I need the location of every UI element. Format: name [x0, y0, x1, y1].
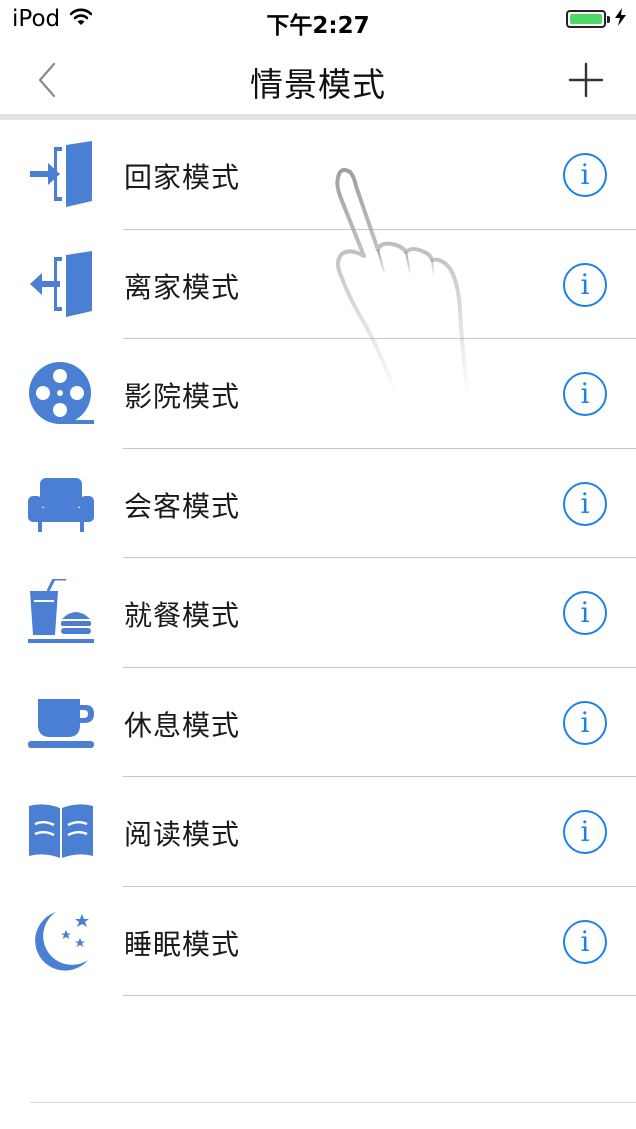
- scene-item-cinema[interactable]: 影院模式 i: [0, 339, 636, 449]
- scene-item-home[interactable]: 回家模式 i: [0, 120, 636, 230]
- info-button[interactable]: i: [563, 591, 607, 635]
- status-bar: iPod 下午2:27: [0, 0, 636, 40]
- meal-icon: [26, 579, 96, 647]
- battery-fill: [570, 14, 602, 24]
- page-title: 情景模式: [250, 65, 386, 104]
- scene-label: 就餐模式: [124, 599, 241, 632]
- scene-item-away[interactable]: 离家模式 i: [0, 230, 636, 340]
- info-button[interactable]: i: [563, 919, 607, 964]
- coffee-cup-icon: [26, 689, 96, 757]
- scene-item-sleep[interactable]: 睡眠模式 i: [0, 887, 636, 997]
- battery-icon: [566, 10, 606, 28]
- plus-icon: [568, 62, 604, 98]
- scene-label: 会客模式: [124, 489, 241, 523]
- moon-stars-icon: [26, 908, 96, 976]
- scene-item-rest[interactable]: 休息模式 i: [0, 668, 636, 778]
- scene-label: 睡眠模式: [124, 927, 241, 961]
- info-button[interactable]: i: [563, 700, 607, 745]
- add-scene-button[interactable]: [566, 60, 606, 100]
- info-button[interactable]: i: [563, 153, 607, 197]
- info-button[interactable]: i: [563, 810, 607, 854]
- scene-item-dining[interactable]: 就餐模式 i: [0, 558, 636, 668]
- film-reel-icon: [26, 360, 96, 428]
- info-button[interactable]: i: [563, 372, 607, 416]
- open-book-icon: [26, 798, 96, 866]
- navigation-bar: 情景模式: [0, 40, 636, 114]
- sofa-icon: [26, 470, 96, 538]
- info-button[interactable]: i: [563, 262, 607, 307]
- scene-label: 影院模式: [124, 380, 241, 413]
- scene-item-guest[interactable]: 会客模式 i: [0, 449, 636, 559]
- enter-door-icon: [26, 141, 96, 209]
- exit-door-icon: [26, 250, 96, 319]
- scene-label: 离家模式: [124, 270, 241, 304]
- scene-list: 回家模式 i 离家模式 i 影院模式 i 会客模式 i 就餐模式 i 休息模式 …: [0, 120, 636, 996]
- bottom-divider: [30, 1102, 636, 1103]
- status-right: [566, 8, 626, 30]
- status-time: 下午2:27: [266, 13, 370, 39]
- scene-label: 休息模式: [124, 708, 241, 742]
- charging-bolt-icon: [615, 8, 626, 30]
- info-button[interactable]: i: [563, 481, 607, 526]
- scene-item-reading[interactable]: 阅读模式 i: [0, 777, 636, 887]
- battery-tip: [607, 15, 610, 23]
- scene-label: 回家模式: [124, 161, 241, 194]
- scene-label: 阅读模式: [124, 818, 241, 851]
- scene-mode-screen: iPod 下午2:27 情景模式 回家模式 i 离家模式 i 影院模式 i 会客…: [0, 0, 636, 1129]
